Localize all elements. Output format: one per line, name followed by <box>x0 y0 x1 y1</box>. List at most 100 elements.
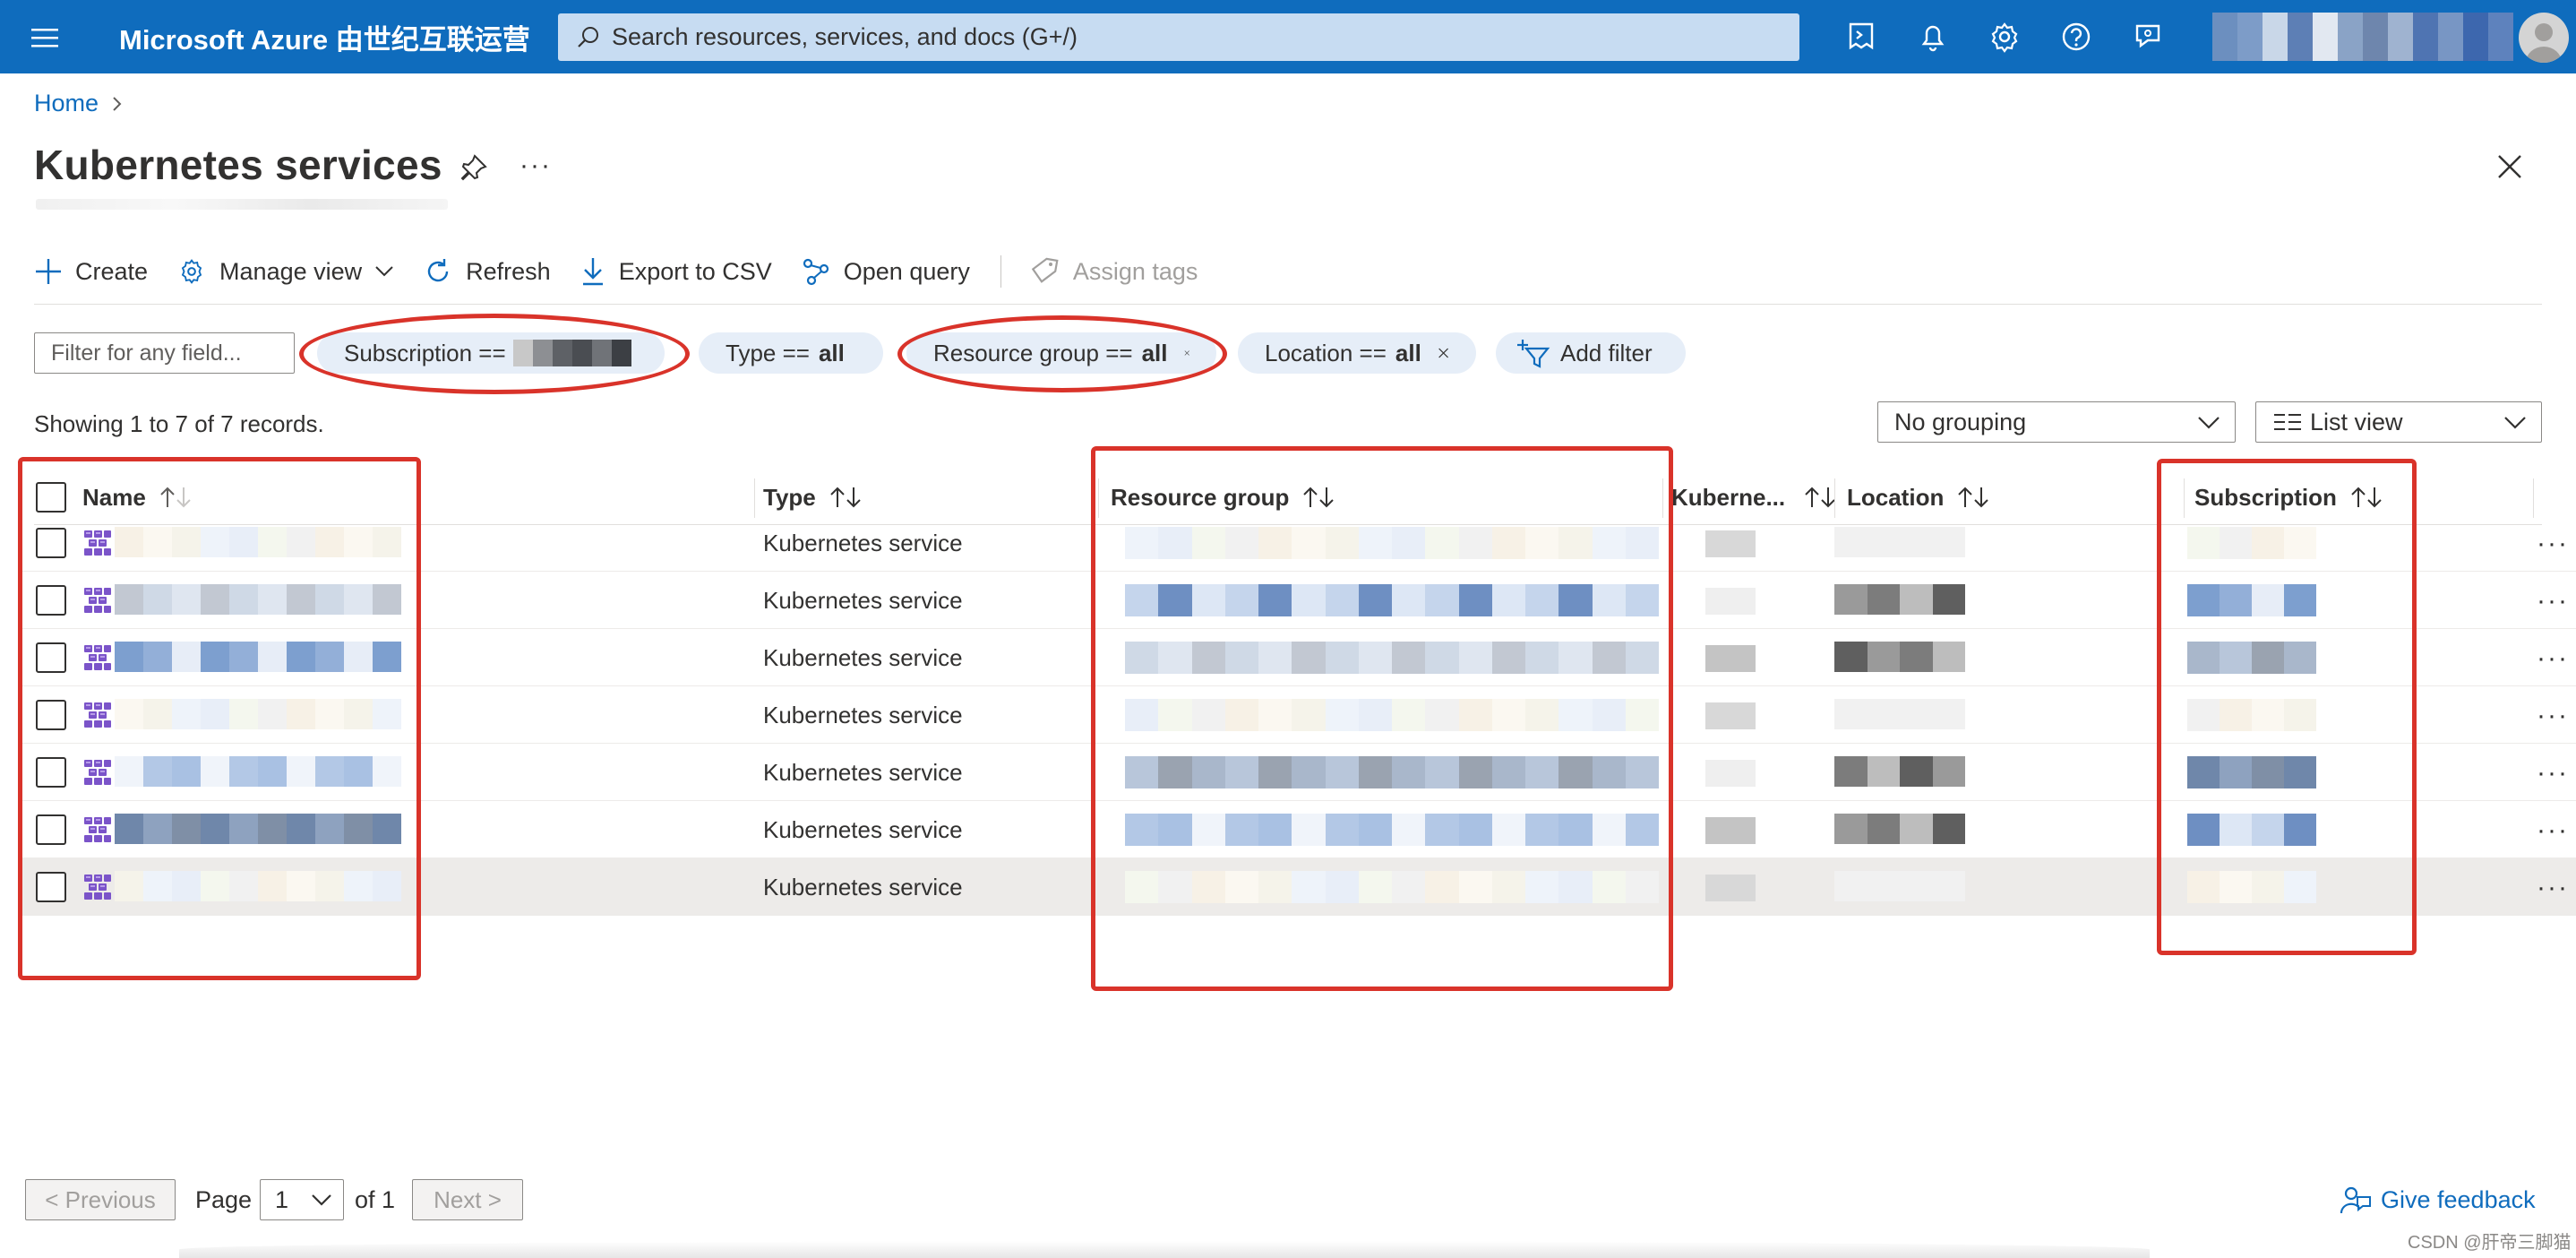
next-page-button[interactable]: Next > <box>412 1179 523 1220</box>
sort-icon[interactable] <box>1956 486 1992 509</box>
row-checkbox[interactable] <box>36 585 66 616</box>
create-button[interactable]: Create <box>34 257 148 286</box>
table-row[interactable]: Kubernetes service ··· <box>18 801 2576 858</box>
table-row[interactable]: Kubernetes service ··· <box>18 572 2576 629</box>
table-row[interactable]: Kubernetes service ··· <box>18 514 2576 572</box>
column-divider[interactable] <box>1834 478 1835 518</box>
row-more-options-icon[interactable]: ··· <box>2537 873 2569 903</box>
give-feedback-link[interactable]: Give feedback <box>2340 1185 2536 1215</box>
brand-title[interactable]: Microsoft Azure 由世纪互联运营 <box>119 0 530 73</box>
table-row[interactable]: Kubernetes service ··· <box>18 744 2576 801</box>
row-checkbox[interactable] <box>36 528 66 558</box>
sort-icon[interactable] <box>159 486 194 509</box>
filter-placeholder: Filter for any field... <box>51 340 242 366</box>
kubernetes-version-cell-redacted <box>1705 588 1756 615</box>
previous-page-button[interactable]: < Previous <box>25 1179 176 1220</box>
resource-group-cell-redacted <box>1125 527 1659 559</box>
page-count-label: of 1 <box>355 1186 396 1213</box>
location-filter-pill[interactable]: Location == all <box>1238 332 1476 374</box>
toolbar-divider <box>1000 255 1001 288</box>
chevron-down-icon <box>2198 417 2220 429</box>
export-csv-button[interactable]: Export to CSV <box>580 256 772 287</box>
close-icon[interactable] <box>2495 152 2524 187</box>
assign-tags-button[interactable]: Assign tags <box>1031 256 1198 287</box>
remove-filter-icon[interactable] <box>1184 342 1189 364</box>
type-filter-label: Type == <box>726 339 810 366</box>
row-checkbox[interactable] <box>36 814 66 845</box>
column-divider[interactable] <box>1662 478 1663 518</box>
kubernetes-version-cell-redacted <box>1705 817 1756 844</box>
manage-view-button[interactable]: Manage view <box>176 256 394 287</box>
refresh-icon <box>427 259 449 282</box>
subscription-filter-pill[interactable]: Subscription == <box>317 332 665 374</box>
open-query-label: Open query <box>843 257 970 285</box>
page-select[interactable]: 1 <box>260 1179 344 1220</box>
hamburger-icon[interactable] <box>27 20 63 56</box>
account-info-redacted[interactable] <box>2212 13 2513 61</box>
command-bar: Create Manage view Refresh Export to CSV… <box>34 247 1226 296</box>
remove-filter-icon[interactable] <box>1438 342 1449 364</box>
resource-group-cell-redacted <box>1125 871 1659 903</box>
grouping-dropdown[interactable]: No grouping <box>1877 401 2236 443</box>
chevron-down-icon <box>312 1194 331 1206</box>
resource-group-filter-value: all <box>1141 339 1168 366</box>
column-divider[interactable] <box>1098 478 1099 518</box>
watermark: CSDN @肝帝三脚猫 <box>2408 1233 2572 1253</box>
table-row[interactable]: Kubernetes service ··· <box>18 858 2576 916</box>
column-divider[interactable] <box>754 478 755 518</box>
subscription-cell-redacted <box>2187 642 2316 674</box>
gear-icon[interactable] <box>1985 17 2024 56</box>
filter-input[interactable]: Filter for any field... <box>34 332 295 374</box>
column-divider[interactable] <box>2184 478 2185 518</box>
column-location-label: Location <box>1847 483 1945 511</box>
open-query-button[interactable]: Open query <box>801 256 970 287</box>
help-icon[interactable] <box>2057 17 2096 56</box>
global-search-input[interactable]: Search resources, services, and docs (G+… <box>558 13 1799 61</box>
row-more-options-icon[interactable]: ··· <box>2537 758 2569 788</box>
record-count: Showing 1 to 7 of 7 records. <box>34 410 324 437</box>
resource-group-filter-label: Resource group == <box>933 339 1133 366</box>
feedback-icon[interactable] <box>2128 17 2168 56</box>
type-filter-value: all <box>818 339 845 366</box>
row-checkbox[interactable] <box>36 872 66 902</box>
row-checkbox[interactable] <box>36 642 66 673</box>
kubernetes-version-cell-redacted <box>1705 645 1756 672</box>
more-options-icon[interactable]: ··· <box>519 151 552 181</box>
row-more-options-icon[interactable]: ··· <box>2537 701 2569 731</box>
list-view-icon <box>2274 414 2301 430</box>
table-row[interactable]: Kubernetes service ··· <box>18 629 2576 686</box>
cloud-shell-icon[interactable] <box>1842 17 1881 56</box>
refresh-button[interactable]: Refresh <box>423 256 551 287</box>
kubernetes-service-icon <box>84 645 111 670</box>
resource-group-filter-pill[interactable]: Resource group == all <box>906 332 1216 374</box>
plus-icon <box>36 259 61 284</box>
sort-icon[interactable] <box>2349 486 2385 509</box>
resource-group-cell-redacted <box>1125 756 1659 788</box>
sort-icon[interactable] <box>1301 486 1337 509</box>
add-filter-button[interactable]: Add filter <box>1496 332 1686 374</box>
row-checkbox[interactable] <box>36 700 66 730</box>
avatar[interactable] <box>2519 13 2569 63</box>
type-cell: Kubernetes service <box>763 529 963 556</box>
row-more-options-icon[interactable]: ··· <box>2537 586 2569 616</box>
sort-icon[interactable] <box>829 486 864 509</box>
view-dropdown[interactable]: List view <box>2255 401 2542 443</box>
bell-icon[interactable] <box>1913 17 1953 56</box>
row-more-options-icon[interactable]: ··· <box>2537 643 2569 674</box>
breadcrumb-home-link[interactable]: Home <box>34 90 99 117</box>
column-name-label: Name <box>82 483 146 511</box>
type-cell: Kubernetes service <box>763 586 963 614</box>
type-filter-pill[interactable]: Type == all <box>699 332 883 374</box>
row-more-options-icon[interactable]: ··· <box>2537 815 2569 846</box>
kubernetes-service-icon <box>84 875 111 900</box>
pin-icon[interactable] <box>459 152 489 189</box>
kubernetes-version-cell-redacted <box>1705 702 1756 729</box>
row-more-options-icon[interactable]: ··· <box>2537 529 2569 559</box>
row-checkbox[interactable] <box>36 757 66 788</box>
column-divider[interactable] <box>2533 478 2534 518</box>
type-cell: Kubernetes service <box>763 758 963 786</box>
table-row[interactable]: Kubernetes service ··· <box>18 686 2576 744</box>
select-all-checkbox[interactable] <box>36 482 66 513</box>
feedback-icon <box>2340 1186 2371 1214</box>
search-icon <box>578 27 598 47</box>
